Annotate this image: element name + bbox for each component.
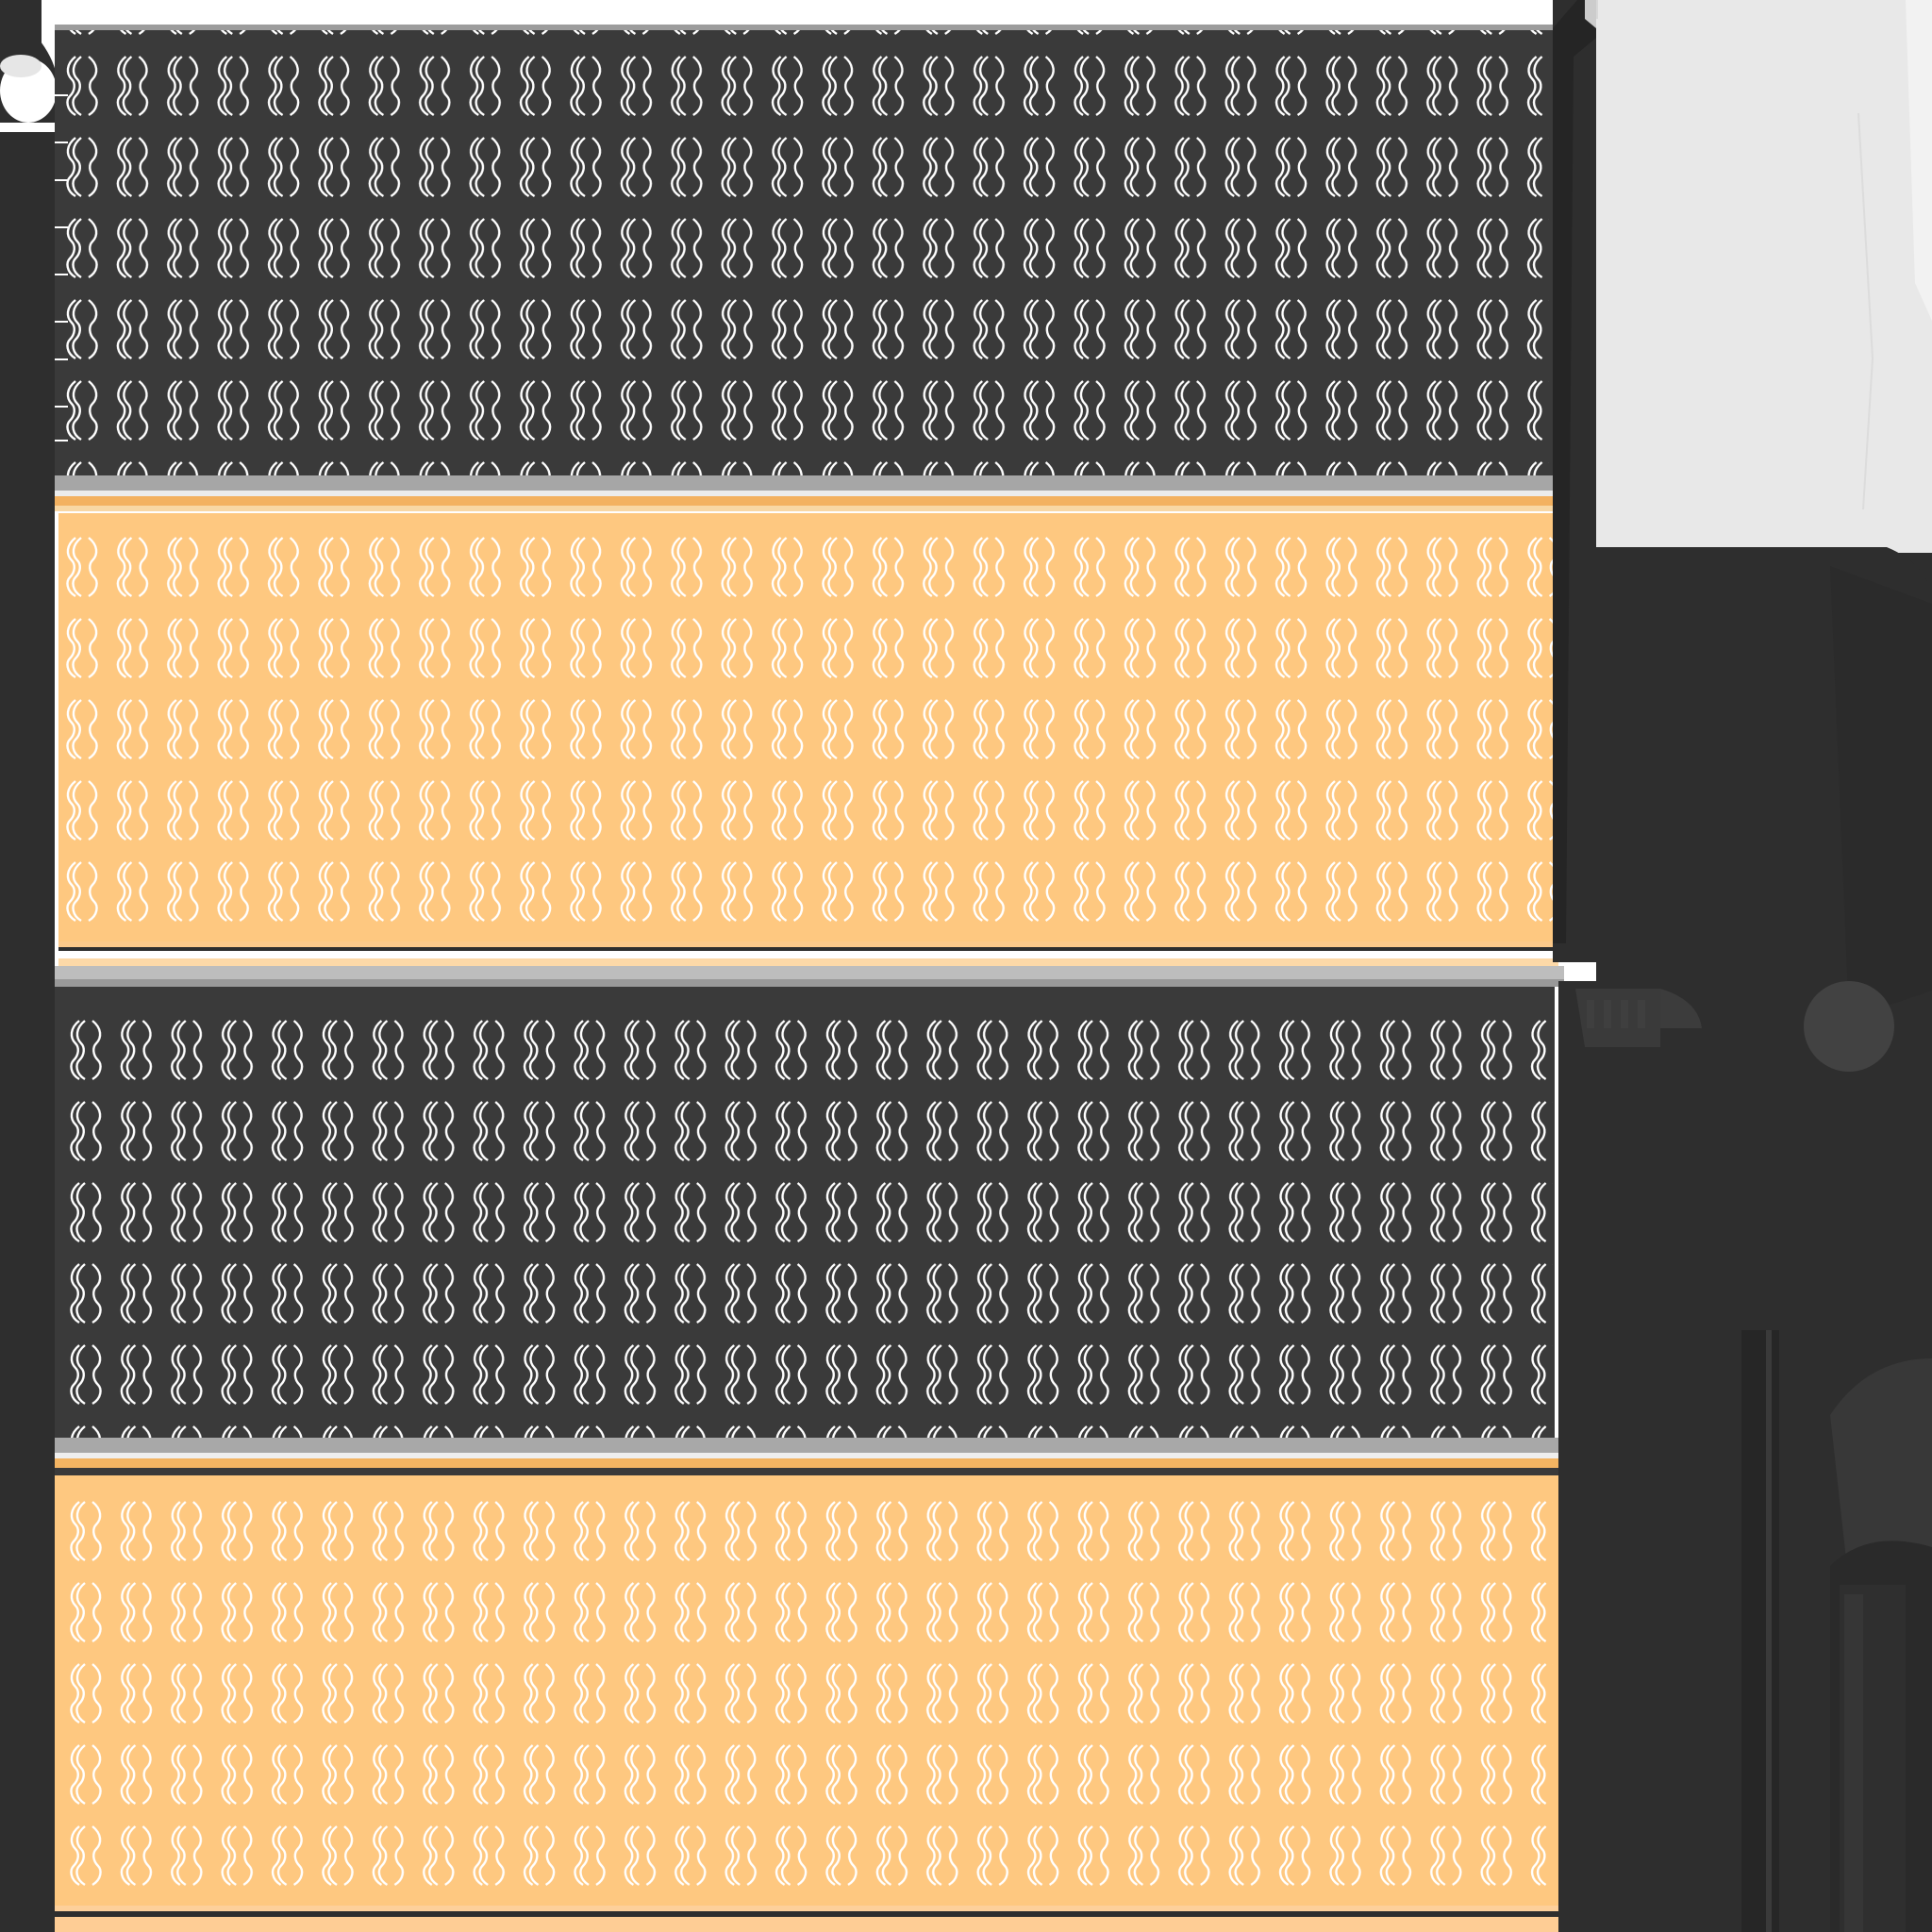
left-frame-bar bbox=[0, 0, 57, 1932]
knob-icon bbox=[1804, 981, 1894, 1072]
light-panel bbox=[1585, 0, 1932, 553]
dark-band-1 bbox=[55, 25, 1555, 511]
dark-band-2 bbox=[55, 966, 1564, 1475]
right-dark-region bbox=[1575, 547, 1932, 1932]
texture-sheet bbox=[0, 0, 1932, 1932]
tan-band-2 bbox=[55, 1475, 1564, 1932]
tan-band-1 bbox=[58, 513, 1558, 966]
